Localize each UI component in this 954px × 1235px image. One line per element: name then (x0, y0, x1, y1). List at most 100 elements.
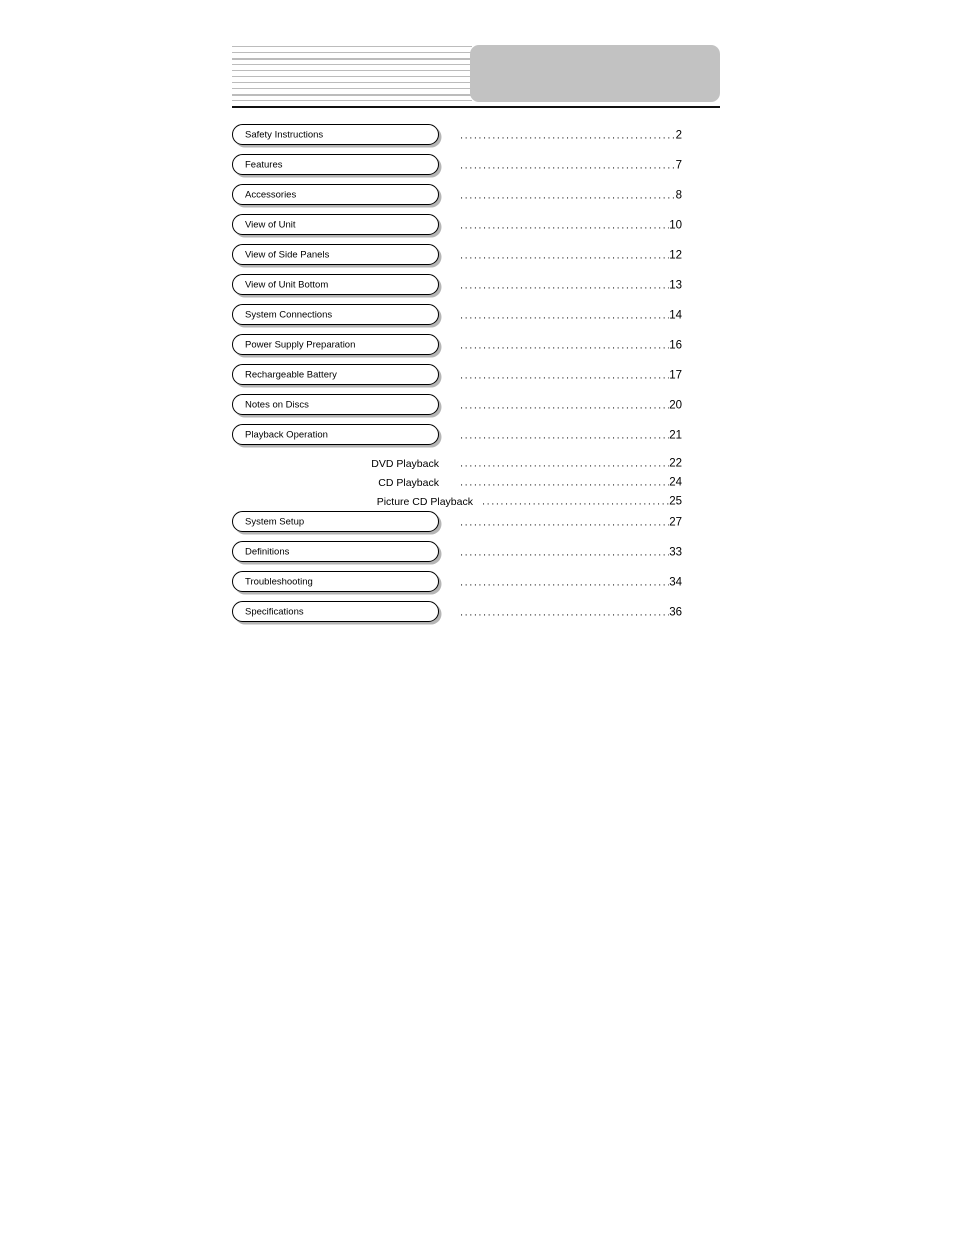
toc-leader-dots: ........................................… (460, 606, 669, 618)
toc-leader: ........................................… (460, 339, 682, 352)
header-rule-line (232, 94, 472, 96)
toc-page-number: 13 (669, 279, 682, 291)
toc-entry-pill[interactable]: Playback Operation (232, 424, 439, 445)
header-rule-line (232, 82, 472, 83)
toc-leader-dots: ........................................… (460, 159, 676, 171)
toc-entry-label: Power Supply Preparation (245, 338, 356, 350)
toc-page-number: 24 (669, 476, 682, 488)
toc-leader-dots: ........................................… (460, 189, 676, 201)
toc-entry-label: Safety Instructions (245, 128, 324, 140)
toc-entry-pill[interactable]: System Connections (232, 304, 439, 325)
toc-entry-label: Definitions (245, 545, 290, 557)
toc-entry-label: Troubleshooting (245, 575, 313, 587)
toc-entry[interactable]: View of Unit Bottom.....................… (0, 274, 954, 297)
toc-leader: ........................................… (460, 249, 682, 262)
header-rule-band (232, 46, 472, 107)
toc-page-number: 14 (669, 309, 682, 321)
toc-subentry[interactable]: DVD Playback............................… (0, 454, 954, 473)
toc-entry-label: View of Unit (245, 218, 296, 230)
toc-leader: ........................................… (460, 129, 682, 142)
header-divider-rule (232, 106, 720, 108)
toc-entry-pill[interactable]: Troubleshooting (232, 571, 439, 592)
toc-leader: ........................................… (460, 309, 682, 322)
toc-leader-dots: ........................................… (460, 476, 669, 488)
toc-leader-dots: ........................................… (460, 249, 669, 261)
header-rule-line (232, 100, 472, 101)
toc-entry[interactable]: Playback Operation......................… (0, 424, 954, 447)
table-of-contents: Safety Instructions.....................… (0, 124, 954, 631)
toc-entry-label: System Connections (245, 308, 333, 320)
header-rule-line (232, 76, 472, 77)
toc-entry[interactable]: Troubleshooting.........................… (0, 571, 954, 594)
toc-entry-pill[interactable]: View of Unit Bottom (232, 274, 439, 295)
toc-entry[interactable]: View of Unit............................… (0, 214, 954, 237)
toc-leader: ........................................… (460, 546, 682, 559)
toc-leader-dots: ........................................… (460, 219, 669, 231)
toc-leader: ........................................… (460, 606, 682, 619)
toc-entry[interactable]: System Connections......................… (0, 304, 954, 327)
toc-leader: ........................................… (460, 476, 682, 489)
toc-entry[interactable]: Accessories.............................… (0, 184, 954, 207)
toc-leader: ........................................… (460, 576, 682, 589)
toc-leader-dots: ........................................… (482, 495, 670, 507)
toc-entry-pill[interactable]: Notes on Discs (232, 394, 439, 415)
toc-subentry[interactable]: Picture CD Playback.....................… (0, 492, 954, 511)
toc-page-number: 20 (669, 399, 682, 411)
toc-entry-pill[interactable]: Power Supply Preparation (232, 334, 439, 355)
toc-leader: ........................................… (460, 189, 682, 202)
toc-leader: ........................................… (460, 279, 682, 292)
toc-entry-pill[interactable]: Specifications (232, 601, 439, 622)
toc-leader: ........................................… (460, 159, 682, 172)
toc-page-number: 22 (669, 457, 682, 469)
toc-entry-label: Playback Operation (245, 428, 328, 440)
toc-page-number: 21 (669, 429, 682, 441)
header-rule-line (232, 58, 472, 60)
toc-entry[interactable]: Notes on Discs..........................… (0, 394, 954, 417)
toc-leader-dots: ........................................… (460, 129, 676, 141)
toc-leader-dots: ........................................… (460, 457, 669, 469)
toc-leader-dots: ........................................… (460, 309, 669, 321)
toc-leader: ........................................… (482, 495, 682, 508)
toc-subentry[interactable]: CD Playback.............................… (0, 473, 954, 492)
toc-entry-label: Specifications (245, 605, 304, 617)
toc-entry-pill[interactable]: System Setup (232, 511, 439, 532)
toc-entry-label: Notes on Discs (245, 398, 309, 410)
toc-page-number: 10 (669, 219, 682, 231)
toc-leader-dots: ........................................… (460, 576, 669, 588)
toc-leader-dots: ........................................… (460, 546, 669, 558)
toc-leader: ........................................… (460, 429, 682, 442)
toc-subentry-label: CD Playback (378, 476, 439, 489)
toc-leader: ........................................… (460, 369, 682, 382)
toc-entry[interactable]: Safety Instructions.....................… (0, 124, 954, 147)
toc-entry[interactable]: Rechargeable Battery....................… (0, 364, 954, 387)
toc-page-number: 33 (669, 546, 682, 558)
toc-entry-pill[interactable]: View of Unit (232, 214, 439, 235)
toc-leader-dots: ........................................… (460, 339, 669, 351)
toc-entry[interactable]: Definitions.............................… (0, 541, 954, 564)
toc-entry-pill[interactable]: Rechargeable Battery (232, 364, 439, 385)
toc-entry-pill[interactable]: Accessories (232, 184, 439, 205)
toc-entry-pill[interactable]: Definitions (232, 541, 439, 562)
toc-leader-dots: ........................................… (460, 279, 669, 291)
toc-entry-pill[interactable]: Safety Instructions (232, 124, 439, 145)
toc-page-number: 17 (669, 369, 682, 381)
toc-leader-dots: ........................................… (460, 429, 669, 441)
toc-entry-label: Accessories (245, 188, 297, 200)
toc-page-number: 36 (669, 606, 682, 618)
toc-entry[interactable]: System Setup............................… (0, 511, 954, 534)
toc-leader-dots: ........................................… (460, 399, 669, 411)
toc-entry[interactable]: Specifications..........................… (0, 601, 954, 624)
toc-entry[interactable]: View of Side Panels.....................… (0, 244, 954, 267)
toc-leader: ........................................… (460, 219, 682, 232)
toc-page-number: 16 (669, 339, 682, 351)
toc-leader-dots: ........................................… (460, 369, 669, 381)
toc-entry-label: System Setup (245, 515, 305, 527)
toc-entry[interactable]: Power Supply Preparation................… (0, 334, 954, 357)
toc-page-number: 34 (669, 576, 682, 588)
header-rule-line (232, 46, 472, 47)
toc-entry-pill[interactable]: Features (232, 154, 439, 175)
toc-entry[interactable]: Features................................… (0, 154, 954, 177)
toc-subentry-label: Picture CD Playback (376, 495, 473, 508)
toc-leader: ........................................… (460, 399, 682, 412)
toc-entry-pill[interactable]: View of Side Panels (232, 244, 439, 265)
